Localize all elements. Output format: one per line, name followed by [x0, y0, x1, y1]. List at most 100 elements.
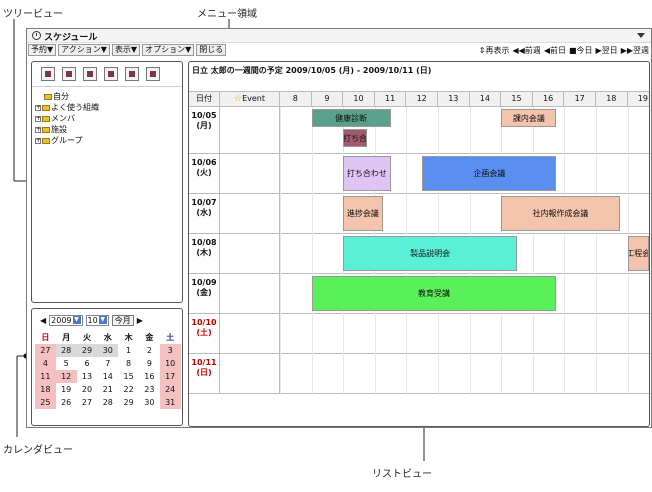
list-icon[interactable] — [104, 67, 118, 81]
hour-header: 9 — [312, 92, 344, 106]
calendar-day[interactable]: 22 — [118, 383, 139, 396]
day-date: 10/05 — [191, 111, 217, 120]
calendar-day[interactable]: 1 — [118, 344, 139, 357]
event-block[interactable]: 打ち合 — [343, 129, 367, 147]
calendar-day[interactable]: 19 — [56, 383, 77, 396]
edit-icon[interactable] — [125, 67, 139, 81]
day-event-cell[interactable] — [220, 194, 280, 233]
hour-header: 8 — [280, 92, 312, 106]
hour-gridline — [564, 107, 566, 154]
prev-month-icon[interactable]: ◀ — [40, 316, 46, 325]
event-block[interactable]: 健康診断 — [311, 109, 391, 127]
day-name: 水 — [103, 333, 112, 342]
calendar-day[interactable]: 26 — [56, 396, 77, 409]
day-event-cell[interactable] — [220, 107, 280, 153]
event-block[interactable]: 企画会議 — [422, 156, 557, 191]
calendar-day[interactable]: 2 — [139, 344, 160, 357]
calendar-day[interactable]: 5 — [56, 357, 77, 370]
next-month-icon[interactable]: ▶ — [137, 316, 143, 325]
hour-gridline — [280, 234, 281, 274]
collapse-icon[interactable] — [637, 33, 645, 38]
week-icon[interactable] — [62, 67, 76, 81]
expand-icon[interactable]: + — [35, 126, 41, 133]
calendar-day[interactable]: 21 — [97, 383, 118, 396]
day-event-cell[interactable] — [220, 274, 280, 313]
tree-item[interactable]: 自分 — [35, 91, 99, 102]
calendar-day[interactable]: 20 — [77, 383, 98, 396]
expand-icon[interactable]: + — [35, 104, 41, 111]
event-block[interactable]: 進捗会議 — [343, 196, 383, 231]
calendar-day[interactable]: 15 — [118, 370, 139, 383]
event-block[interactable]: 工程会 — [627, 236, 649, 271]
tree-item[interactable]: + メンバ — [35, 113, 99, 124]
new-icon[interactable] — [41, 67, 55, 81]
menu-item[interactable]: アクション▼ — [58, 44, 110, 56]
month-select[interactable]: 10 ▼ — [85, 314, 109, 326]
year-select[interactable]: 2009 ▼ — [49, 314, 83, 326]
tree-item[interactable]: + よく使う組織 — [35, 102, 99, 113]
calendar-day[interactable]: 28 — [55, 344, 77, 357]
calendar-day[interactable]: 6 — [77, 357, 98, 370]
event-block[interactable]: 教育受講 — [311, 276, 557, 311]
nav-button[interactable]: ◀前日 — [544, 45, 566, 57]
nav-button[interactable]: ▶▶翌週 — [621, 45, 649, 57]
hour-gridline — [532, 234, 534, 274]
calendar-day[interactable]: 30 — [97, 344, 119, 357]
day-event-cell[interactable] — [220, 154, 280, 193]
hour-gridline — [469, 314, 471, 354]
calendar-day[interactable]: 14 — [97, 370, 118, 383]
event-block[interactable]: 製品説明会 — [343, 236, 517, 271]
day-of-week: (月) — [196, 121, 212, 130]
nav-button[interactable]: ■今日 — [569, 45, 593, 57]
event-block[interactable]: 課内会議 — [501, 109, 557, 127]
calendar-day[interactable]: 11 — [35, 370, 56, 383]
month-icon[interactable] — [83, 67, 97, 81]
calendar-day[interactable]: 16 — [139, 370, 160, 383]
calendar-day[interactable]: 4 — [35, 357, 56, 370]
calendar-day[interactable]: 9 — [139, 357, 160, 370]
calendar-day[interactable]: 12 — [55, 370, 77, 383]
menu-item[interactable]: 閉じる — [196, 44, 227, 56]
calendar-day[interactable]: 24 — [159, 383, 181, 396]
nav-button[interactable]: ▶翌日 — [596, 45, 618, 57]
expand-icon[interactable]: + — [35, 137, 41, 144]
hour-gridline — [627, 354, 629, 394]
menu-item[interactable]: 表示▼ — [111, 44, 141, 56]
nav-button[interactable]: ⇕再表示 — [479, 45, 510, 57]
nav-button[interactable]: ◀◀前週 — [513, 45, 541, 57]
calendar-day[interactable]: 30 — [139, 396, 160, 409]
hour-gridline — [627, 314, 629, 354]
calendar-day[interactable]: 31 — [159, 396, 181, 409]
day-event-cell[interactable] — [220, 354, 280, 393]
menu-item[interactable]: オプション▼ — [142, 44, 195, 56]
menu-item[interactable]: 予約▼ — [28, 44, 57, 56]
calendar-day[interactable]: 29 — [118, 396, 139, 409]
tree-item[interactable]: + 施設 — [35, 124, 99, 135]
hour-gridline — [343, 314, 345, 354]
calendar-day[interactable]: 7 — [97, 357, 118, 370]
export-icon[interactable] — [146, 67, 160, 81]
calendar-day[interactable]: 28 — [97, 396, 118, 409]
event-block[interactable]: 打ち合わせ — [343, 156, 391, 191]
day-event-cell[interactable] — [220, 314, 280, 353]
event-block[interactable]: 社内報作成会議 — [501, 196, 620, 231]
calendar-day[interactable]: 18 — [35, 383, 56, 396]
calendar-day[interactable]: 8 — [118, 357, 139, 370]
this-month-button[interactable]: 今月 — [111, 314, 134, 326]
calendar-day[interactable]: 23 — [139, 383, 160, 396]
calendar-day[interactable]: 25 — [35, 396, 56, 409]
calendar-day[interactable]: 13 — [77, 370, 98, 383]
day-event-cell[interactable] — [220, 234, 280, 273]
calendar-day[interactable]: 10 — [159, 357, 181, 370]
calendar-day[interactable]: 29 — [76, 344, 98, 357]
hour-gridline — [311, 314, 313, 354]
tree-item[interactable]: + グループ — [35, 135, 99, 146]
calendar-day[interactable]: 3 — [159, 344, 181, 357]
expand-icon[interactable]: + — [35, 115, 41, 122]
calendar-day[interactable]: 27 — [77, 396, 98, 409]
calendar-week: 11 12 13 14 15 16 17 — [35, 370, 181, 383]
tree-toolbar — [41, 67, 160, 81]
calendar-day[interactable]: 27 — [35, 344, 56, 357]
calendar-day[interactable]: 17 — [159, 370, 181, 383]
hour-header: 18 — [596, 92, 628, 106]
